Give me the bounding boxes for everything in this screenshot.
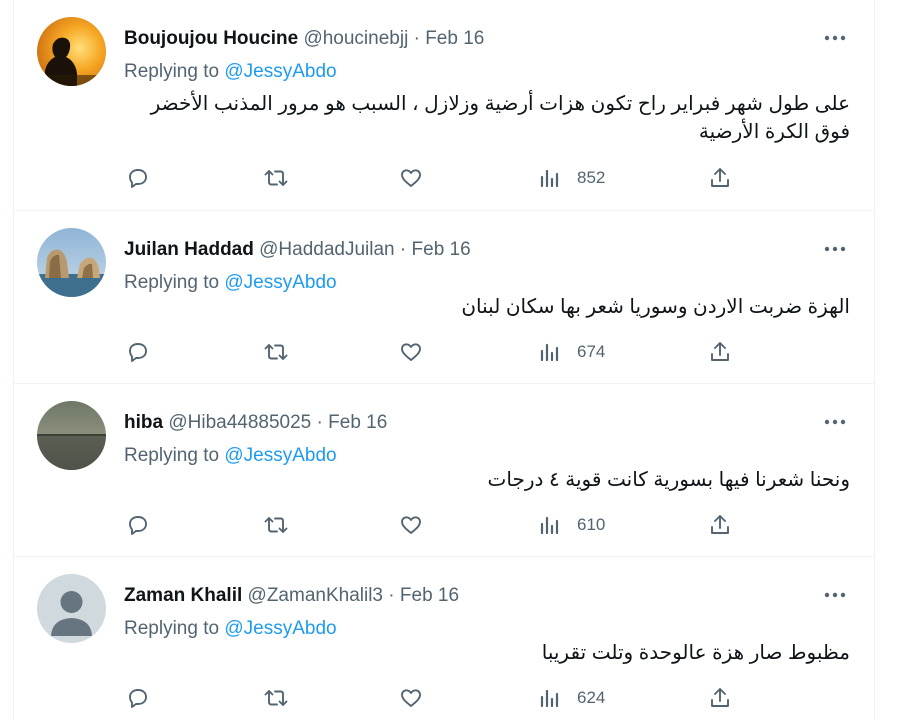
action-bar: 610 bbox=[14, 511, 874, 539]
replying-to: Replying to @JessyAbdo bbox=[124, 444, 337, 468]
author-handle[interactable]: @houcinebjj bbox=[303, 28, 408, 49]
share-button[interactable] bbox=[708, 511, 732, 539]
tweet[interactable]: Zaman Khalil @ZamanKhalil3 · Feb 16 Repl… bbox=[14, 557, 874, 720]
like-button[interactable] bbox=[399, 338, 423, 366]
tweet-date[interactable]: Feb 16 bbox=[400, 585, 459, 606]
views-count: 624 bbox=[577, 688, 606, 707]
avatar[interactable] bbox=[37, 17, 106, 86]
more-dots-icon[interactable] bbox=[822, 239, 848, 259]
tweet-header: hiba @Hiba44885025 · Feb 16 bbox=[124, 411, 387, 435]
like-button[interactable] bbox=[399, 511, 423, 539]
replying-label: Replying to bbox=[124, 445, 220, 466]
heart-icon bbox=[401, 169, 421, 187]
views-chart-icon bbox=[540, 169, 559, 188]
retweet-button[interactable] bbox=[263, 511, 289, 539]
views-count: 674 bbox=[577, 342, 606, 361]
share-icon bbox=[711, 342, 729, 361]
share-icon bbox=[711, 688, 729, 707]
retweet-button[interactable] bbox=[263, 338, 289, 366]
tweet-text: ونحنا شعرنا فيها بسورية كانت قوية ٤ درجا… bbox=[487, 469, 850, 491]
avatar[interactable] bbox=[37, 574, 106, 643]
share-icon bbox=[711, 168, 729, 187]
separator-dot: · bbox=[413, 28, 420, 49]
reply-feed: Boujoujou Houcine @houcinebjj · Feb 16 R… bbox=[13, 0, 875, 720]
views-button[interactable]: 852 bbox=[539, 164, 605, 192]
share-button[interactable] bbox=[708, 164, 732, 192]
tweet-date[interactable]: Feb 16 bbox=[425, 28, 484, 49]
share-button[interactable] bbox=[708, 684, 732, 712]
action-bar: 674 bbox=[14, 338, 874, 366]
action-bar: 624 bbox=[14, 684, 874, 712]
replying-label: Replying to bbox=[124, 618, 220, 639]
views-chart-icon bbox=[540, 343, 559, 362]
heart-icon bbox=[401, 689, 421, 707]
reply-button[interactable] bbox=[126, 684, 150, 712]
views-chart-icon bbox=[540, 689, 559, 708]
tweet[interactable]: hiba @Hiba44885025 · Feb 16 Replying to … bbox=[14, 384, 874, 557]
author-handle[interactable]: @ZamanKhalil3 bbox=[248, 585, 383, 606]
tweet-header: Boujoujou Houcine @houcinebjj · Feb 16 bbox=[124, 27, 484, 51]
more-dots-icon[interactable] bbox=[822, 28, 848, 48]
replying-to-handle[interactable]: @JessyAbdo bbox=[224, 445, 336, 466]
retweet-icon bbox=[264, 517, 288, 533]
tweet[interactable]: Boujoujou Houcine @houcinebjj · Feb 16 R… bbox=[14, 0, 874, 211]
reply-icon bbox=[129, 516, 147, 535]
author-name[interactable]: Boujoujou Houcine bbox=[124, 28, 298, 49]
replying-to-handle[interactable]: @JessyAbdo bbox=[224, 618, 336, 639]
reply-button[interactable] bbox=[126, 511, 150, 539]
tweet-date[interactable]: Feb 16 bbox=[412, 239, 471, 260]
reply-icon bbox=[129, 343, 147, 362]
reply-button[interactable] bbox=[126, 338, 150, 366]
share-button[interactable] bbox=[708, 338, 732, 366]
action-bar: 852 bbox=[14, 164, 874, 192]
reply-icon bbox=[129, 689, 147, 708]
replying-label: Replying to bbox=[124, 61, 220, 82]
retweet-icon bbox=[264, 170, 288, 186]
tweet-date[interactable]: Feb 16 bbox=[328, 412, 387, 433]
heart-icon bbox=[401, 516, 421, 534]
tweet-text: مظبوط صار هزة عالوحدة وتلت تقريبا bbox=[541, 642, 850, 664]
author-name[interactable]: hiba bbox=[124, 412, 163, 433]
views-chart-icon bbox=[540, 516, 559, 535]
separator-dot: · bbox=[316, 412, 323, 433]
replying-to: Replying to @JessyAbdo bbox=[124, 60, 337, 84]
tweet-text: على طول شهر فبراير راح تكون هزات أرضية و… bbox=[150, 93, 850, 143]
views-count: 610 bbox=[577, 515, 606, 534]
replying-label: Replying to bbox=[124, 272, 220, 293]
share-icon bbox=[711, 515, 729, 534]
separator-dot: · bbox=[399, 239, 407, 260]
author-handle[interactable]: @Hiba44885025 bbox=[168, 412, 311, 433]
author-handle[interactable]: @HaddadJuilan bbox=[259, 239, 395, 260]
retweet-icon bbox=[264, 344, 288, 360]
replying-to-handle[interactable]: @JessyAbdo bbox=[224, 272, 336, 293]
like-button[interactable] bbox=[399, 164, 423, 192]
author-name[interactable]: Juilan Haddad bbox=[124, 239, 254, 260]
avatar[interactable] bbox=[37, 401, 106, 470]
reply-icon bbox=[129, 169, 147, 188]
retweet-icon bbox=[264, 690, 288, 706]
retweet-button[interactable] bbox=[263, 684, 289, 712]
replying-to-handle[interactable]: @JessyAbdo bbox=[224, 61, 336, 82]
tweet[interactable]: Juilan Haddad @HaddadJuilan · Feb 16 Rep… bbox=[14, 211, 874, 384]
replying-to: Replying to @JessyAbdo bbox=[124, 617, 337, 641]
views-button[interactable]: 674 bbox=[539, 338, 605, 366]
views-button[interactable]: 610 bbox=[539, 511, 605, 539]
tweet-header: Juilan Haddad @HaddadJuilan · Feb 16 bbox=[124, 238, 471, 262]
reply-button[interactable] bbox=[126, 164, 150, 192]
more-dots-icon[interactable] bbox=[822, 585, 848, 605]
author-name[interactable]: Zaman Khalil bbox=[124, 585, 242, 606]
tweet-text: الهزة ضربت الاردن وسوريا شعر بها سكان لب… bbox=[461, 296, 850, 318]
separator-dot: · bbox=[388, 585, 395, 606]
avatar[interactable] bbox=[37, 228, 106, 297]
like-button[interactable] bbox=[399, 684, 423, 712]
views-count: 852 bbox=[577, 168, 606, 187]
tweet-header: Zaman Khalil @ZamanKhalil3 · Feb 16 bbox=[124, 584, 459, 608]
more-dots-icon[interactable] bbox=[822, 412, 848, 432]
replying-to: Replying to @JessyAbdo bbox=[124, 271, 337, 295]
retweet-button[interactable] bbox=[263, 164, 289, 192]
views-button[interactable]: 624 bbox=[539, 684, 605, 712]
heart-icon bbox=[401, 343, 421, 361]
